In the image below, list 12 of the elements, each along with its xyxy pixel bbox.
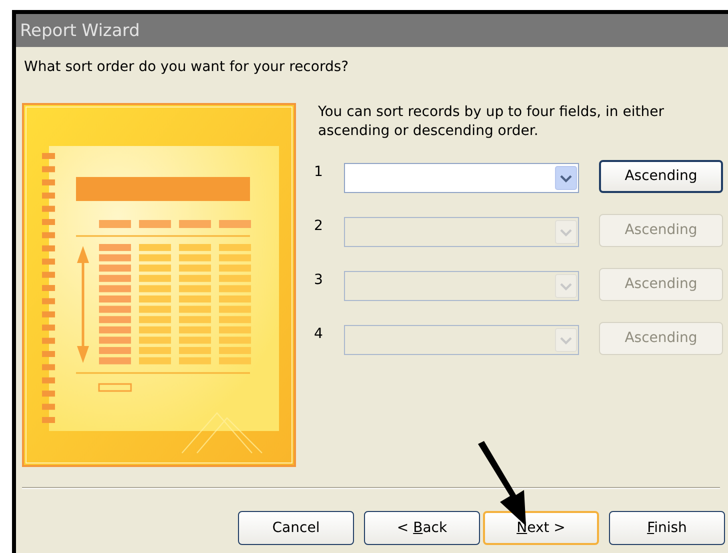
sort-order-button[interactable]: Ascending: [599, 160, 723, 192]
sort-level-label: 1: [314, 164, 324, 180]
window-title: Report Wizard: [20, 20, 140, 40]
instruction-text: You can sort records by up to four fields, in either ascending or descending order.: [317, 103, 665, 141]
field-dropdown[interactable]: [344, 163, 579, 193]
wizard-button[interactable]: Cancel: [238, 511, 354, 545]
wizard-button[interactable]: Finish: [609, 511, 725, 545]
question-text: What sort order do you want for your records?: [23, 58, 350, 77]
sort-level-label: 4: [314, 326, 324, 342]
sort-level-label: 2: [314, 218, 324, 234]
wizard-button[interactable]: < Back: [364, 511, 480, 545]
sort-level-label: 3: [314, 272, 324, 288]
